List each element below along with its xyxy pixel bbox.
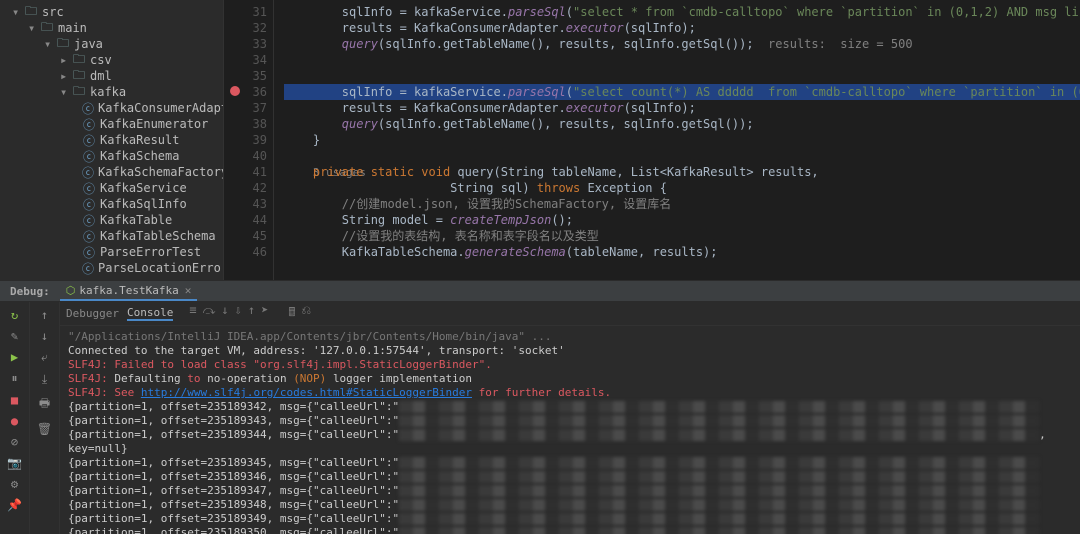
- debug-tabs: Debugger Console ≡ ⤼ ↓ ⇩ ↑ ➤ 🖩 ⎌: [60, 302, 1080, 326]
- tree-file[interactable]: ⓒKafkaResult: [0, 132, 223, 148]
- tab-debugger[interactable]: Debugger: [66, 307, 119, 320]
- project-tree[interactable]: ▾🗀src ▾🗀main ▾🗀java ▸🗀csv ▸🗀dml ▾🗀kafka …: [0, 0, 224, 280]
- threads-icon[interactable]: ≡: [189, 303, 196, 324]
- tree-folder-csv[interactable]: ▸🗀csv: [0, 52, 223, 68]
- stop-icon[interactable]: ■: [7, 393, 23, 407]
- console-actions: ↑ ↓ ⤶ ⤓ 🖶 🗑: [30, 302, 60, 534]
- tree-folder-kafka[interactable]: ▾🗀kafka: [0, 84, 223, 100]
- close-icon[interactable]: ✕: [185, 284, 192, 297]
- tree-file[interactable]: ⓒKafkaSqlInfo: [0, 196, 223, 212]
- step-out-icon[interactable]: ↑: [248, 303, 255, 324]
- code-editor[interactable]: 31323334353637383940414243444546 sqlInfo…: [224, 0, 1080, 280]
- tree-file[interactable]: ⓒKafkaTableSchema: [0, 228, 223, 244]
- wrap-icon[interactable]: ⤶: [37, 350, 53, 365]
- tree-file[interactable]: ⓒParseErrorTest: [0, 244, 223, 260]
- tree-folder-java[interactable]: ▾🗀java: [0, 36, 223, 52]
- tree-file[interactable]: ⓒKafkaConsumerAdapter: [0, 100, 223, 116]
- tree-file[interactable]: ⓒKafkaSchemaFactory: [0, 164, 223, 180]
- debug-bar: Debug: ⬡ kafka.TestKafka ✕: [0, 280, 1080, 302]
- run-to-cursor-icon[interactable]: ➤: [261, 303, 268, 324]
- debug-label: Debug:: [0, 285, 60, 298]
- line-gutter: 31323334353637383940414243444546: [224, 0, 274, 280]
- step-into-icon[interactable]: ↓: [221, 303, 228, 324]
- tree-folder-src[interactable]: ▾🗀src: [0, 4, 223, 20]
- console-output[interactable]: "/Applications/IntelliJ IDEA.app/Content…: [60, 326, 1080, 534]
- rerun-icon[interactable]: ↻: [7, 308, 23, 322]
- down-icon[interactable]: ↓: [37, 329, 53, 343]
- modify-run-icon[interactable]: ✎: [7, 329, 23, 343]
- tree-folder-dml[interactable]: ▸🗀dml: [0, 68, 223, 84]
- tree-file[interactable]: ⓒKafkaSchema: [0, 148, 223, 164]
- tab-console[interactable]: Console: [127, 306, 173, 321]
- resume-icon[interactable]: ▶: [7, 350, 23, 364]
- breakpoint-icon[interactable]: [230, 86, 240, 96]
- code-area[interactable]: sqlInfo = kafkaService.parseSql("select …: [274, 0, 1080, 280]
- print-icon[interactable]: 🖶: [37, 394, 53, 415]
- step-over-icon[interactable]: ⤼: [203, 303, 216, 324]
- clear-icon[interactable]: 🗑: [37, 422, 53, 436]
- trace-icon[interactable]: ⎌: [302, 303, 312, 324]
- force-step-icon[interactable]: ⇩: [235, 303, 242, 324]
- hex-icon: ⬡: [66, 284, 76, 297]
- debug-actions-left: ↻ ✎ ▶ ⏸ ■ ● ⊘ 📷 ⚙ 📌: [0, 302, 30, 534]
- scroll-icon[interactable]: ⤓: [37, 372, 53, 387]
- pause-icon[interactable]: ⏸: [7, 371, 23, 386]
- tree-file[interactable]: ⓒKafkaEnumerator: [0, 116, 223, 132]
- debug-config-tab[interactable]: ⬡ kafka.TestKafka ✕: [60, 281, 198, 301]
- evaluate-icon[interactable]: 🖩: [288, 303, 295, 324]
- mute-breakpoints-icon[interactable]: ⊘: [7, 435, 23, 449]
- tree-folder-main[interactable]: ▾🗀main: [0, 20, 223, 36]
- tree-file[interactable]: ⓒKafkaTable: [0, 212, 223, 228]
- tree-file[interactable]: ⓒKafkaService: [0, 180, 223, 196]
- slf4j-link[interactable]: http://www.slf4j.org/codes.html#StaticLo…: [141, 386, 472, 399]
- up-icon[interactable]: ↑: [37, 308, 53, 322]
- breakpoints-icon[interactable]: ●: [7, 414, 23, 428]
- tree-file[interactable]: ⓒParseLocationErrorTest: [0, 260, 223, 276]
- pin-icon[interactable]: 📌: [7, 498, 23, 512]
- settings-icon[interactable]: ⚙: [7, 477, 23, 491]
- camera-icon[interactable]: 📷: [7, 456, 23, 470]
